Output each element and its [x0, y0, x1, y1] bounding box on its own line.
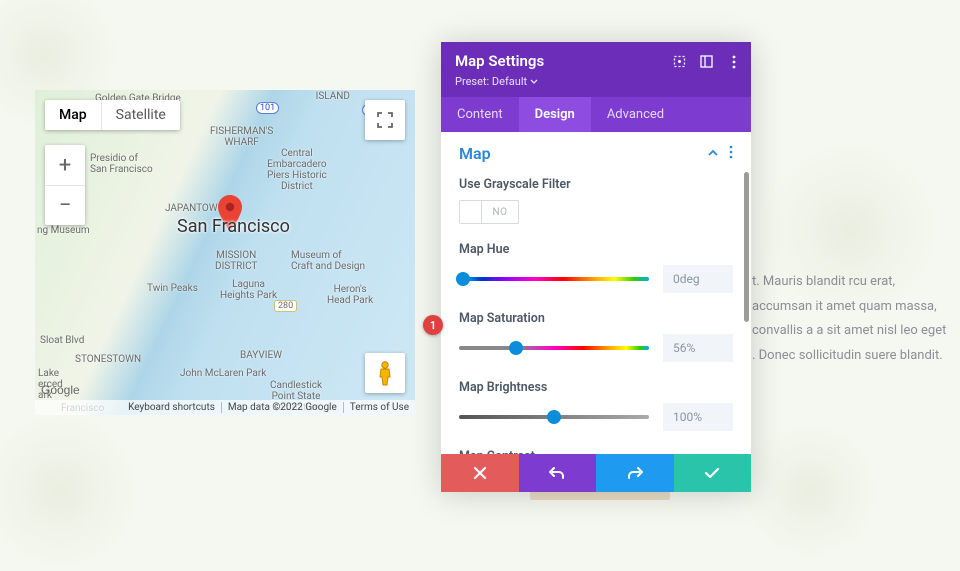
callout-badge: 1 — [423, 315, 443, 335]
map-canvas[interactable]: Golden Gate Bridge ISLAND FISHERMAN'S WH… — [35, 90, 415, 415]
option-label: Map Hue — [459, 242, 733, 257]
panel-preset-label: Preset: Default — [455, 75, 527, 88]
panel-expand-button[interactable] — [672, 54, 687, 69]
map-poi-label: Twin Peaks — [147, 283, 198, 294]
option-label: Map Contrast — [459, 449, 733, 454]
check-icon — [704, 467, 720, 479]
tab-advanced[interactable]: Advanced — [591, 97, 680, 132]
panel-body: Map Use Grayscale Filter NO Map Hue 0deg — [441, 132, 751, 454]
redo-icon — [627, 466, 643, 480]
undo-icon — [549, 466, 565, 480]
option-grayscale: Use Grayscale Filter NO — [459, 177, 733, 224]
option-saturation: Map Saturation 56% — [459, 311, 733, 362]
bg-texture — [0, 411, 140, 571]
tab-content[interactable]: Content — [441, 97, 519, 132]
map-poi-label: John McLaren Park — [180, 368, 266, 379]
panel-more-button[interactable] — [726, 54, 741, 69]
map-route-label: 101 — [256, 102, 279, 114]
map-terms-link[interactable]: Terms of Use — [343, 402, 409, 413]
panel-header-controls — [672, 54, 741, 69]
option-label: Map Brightness — [459, 380, 733, 395]
section-collapse-button[interactable] — [707, 144, 719, 163]
saturation-slider[interactable] — [459, 340, 649, 356]
slider-thumb[interactable] — [456, 272, 470, 286]
map-embed[interactable]: Golden Gate Bridge ISLAND FISHERMAN'S WH… — [35, 90, 415, 415]
saturation-value-input[interactable]: 56% — [663, 334, 733, 362]
save-button[interactable] — [674, 454, 752, 492]
tab-design[interactable]: Design — [519, 97, 591, 132]
map-poi-label: ISLAND — [316, 91, 350, 102]
map-poi-label: STONESTOWN — [75, 354, 141, 365]
option-label: Use Grayscale Filter — [459, 177, 733, 192]
grayscale-toggle[interactable]: NO — [459, 200, 519, 224]
brightness-value-input[interactable]: 100% — [663, 403, 733, 431]
panel-tabs: Content Design Advanced — [441, 97, 751, 132]
map-poi-label: Laguna Heights Park — [220, 279, 277, 301]
toggle-knob — [460, 201, 482, 223]
panel-preset-dropdown[interactable]: Preset: Default — [455, 75, 538, 88]
map-type-satellite-button[interactable]: Satellite — [101, 100, 180, 130]
close-icon — [473, 466, 487, 480]
map-fullscreen-button[interactable] — [365, 100, 405, 140]
map-poi-label: FISHERMAN'S WHARF — [210, 126, 273, 148]
map-poi-label: Presidio of San Francisco — [90, 153, 153, 175]
map-pegman-button[interactable] — [365, 353, 405, 393]
map-zoom-control: + − — [45, 145, 85, 225]
map-poi-label: Heron's Head Park — [327, 284, 373, 306]
panel-snap-button[interactable] — [699, 54, 714, 69]
map-logo: Google — [41, 383, 80, 397]
slider-thumb[interactable] — [509, 341, 523, 355]
map-type-map-button[interactable]: Map — [45, 100, 101, 130]
chevron-down-icon — [530, 78, 538, 86]
option-brightness: Map Brightness 100% — [459, 380, 733, 431]
panel-actions — [441, 454, 751, 492]
map-type-control: Map Satellite — [45, 100, 180, 130]
hue-value-input[interactable]: 0deg — [663, 265, 733, 293]
option-contrast: Map Contrast 100% — [459, 449, 733, 454]
map-route-label: 280 — [274, 300, 297, 312]
slider-track — [459, 346, 649, 350]
option-label: Map Saturation — [459, 311, 733, 326]
toggle-state: NO — [482, 207, 518, 218]
scrollbar[interactable] — [744, 172, 749, 322]
hue-slider[interactable] — [459, 271, 649, 287]
cancel-button[interactable] — [441, 454, 519, 492]
brightness-slider[interactable] — [459, 409, 649, 425]
map-poi-label: Central Embarcadero Piers Historic Distr… — [267, 148, 327, 192]
map-poi-label: BAYVIEW — [240, 350, 282, 361]
map-city-label: San Francisco — [177, 216, 290, 237]
slider-thumb[interactable] — [547, 410, 561, 424]
map-poi-label: Museum of Craft and Design — [291, 250, 365, 272]
section-more-button[interactable] — [729, 144, 733, 163]
bg-texture — [740, 421, 880, 561]
section-header: Map — [459, 144, 733, 163]
map-footer: Keyboard shortcuts Map data ©2022 Google… — [35, 400, 415, 415]
slider-track — [459, 277, 649, 281]
map-settings-panel: Map Settings Preset: Default Content Des… — [441, 42, 751, 492]
map-zoom-out-button[interactable]: − — [45, 185, 85, 225]
section-title: Map — [459, 144, 491, 163]
map-poi-label: MISSION DISTRICT — [215, 250, 257, 272]
page-body-text: t. Mauris blandit rcu erat, accumsan it … — [752, 270, 952, 369]
undo-button[interactable] — [519, 454, 597, 492]
map-zoom-in-button[interactable]: + — [45, 145, 85, 185]
map-attribution[interactable]: Map data ©2022 Google — [221, 402, 337, 413]
map-keyboard-shortcuts-link[interactable]: Keyboard shortcuts — [128, 402, 215, 413]
map-poi-label: Sloat Blvd — [40, 335, 84, 346]
redo-button[interactable] — [596, 454, 674, 492]
option-hue: Map Hue 0deg — [459, 242, 733, 293]
panel-header[interactable]: Map Settings Preset: Default — [441, 42, 751, 97]
map-poi-label: ng Museum — [37, 225, 90, 236]
